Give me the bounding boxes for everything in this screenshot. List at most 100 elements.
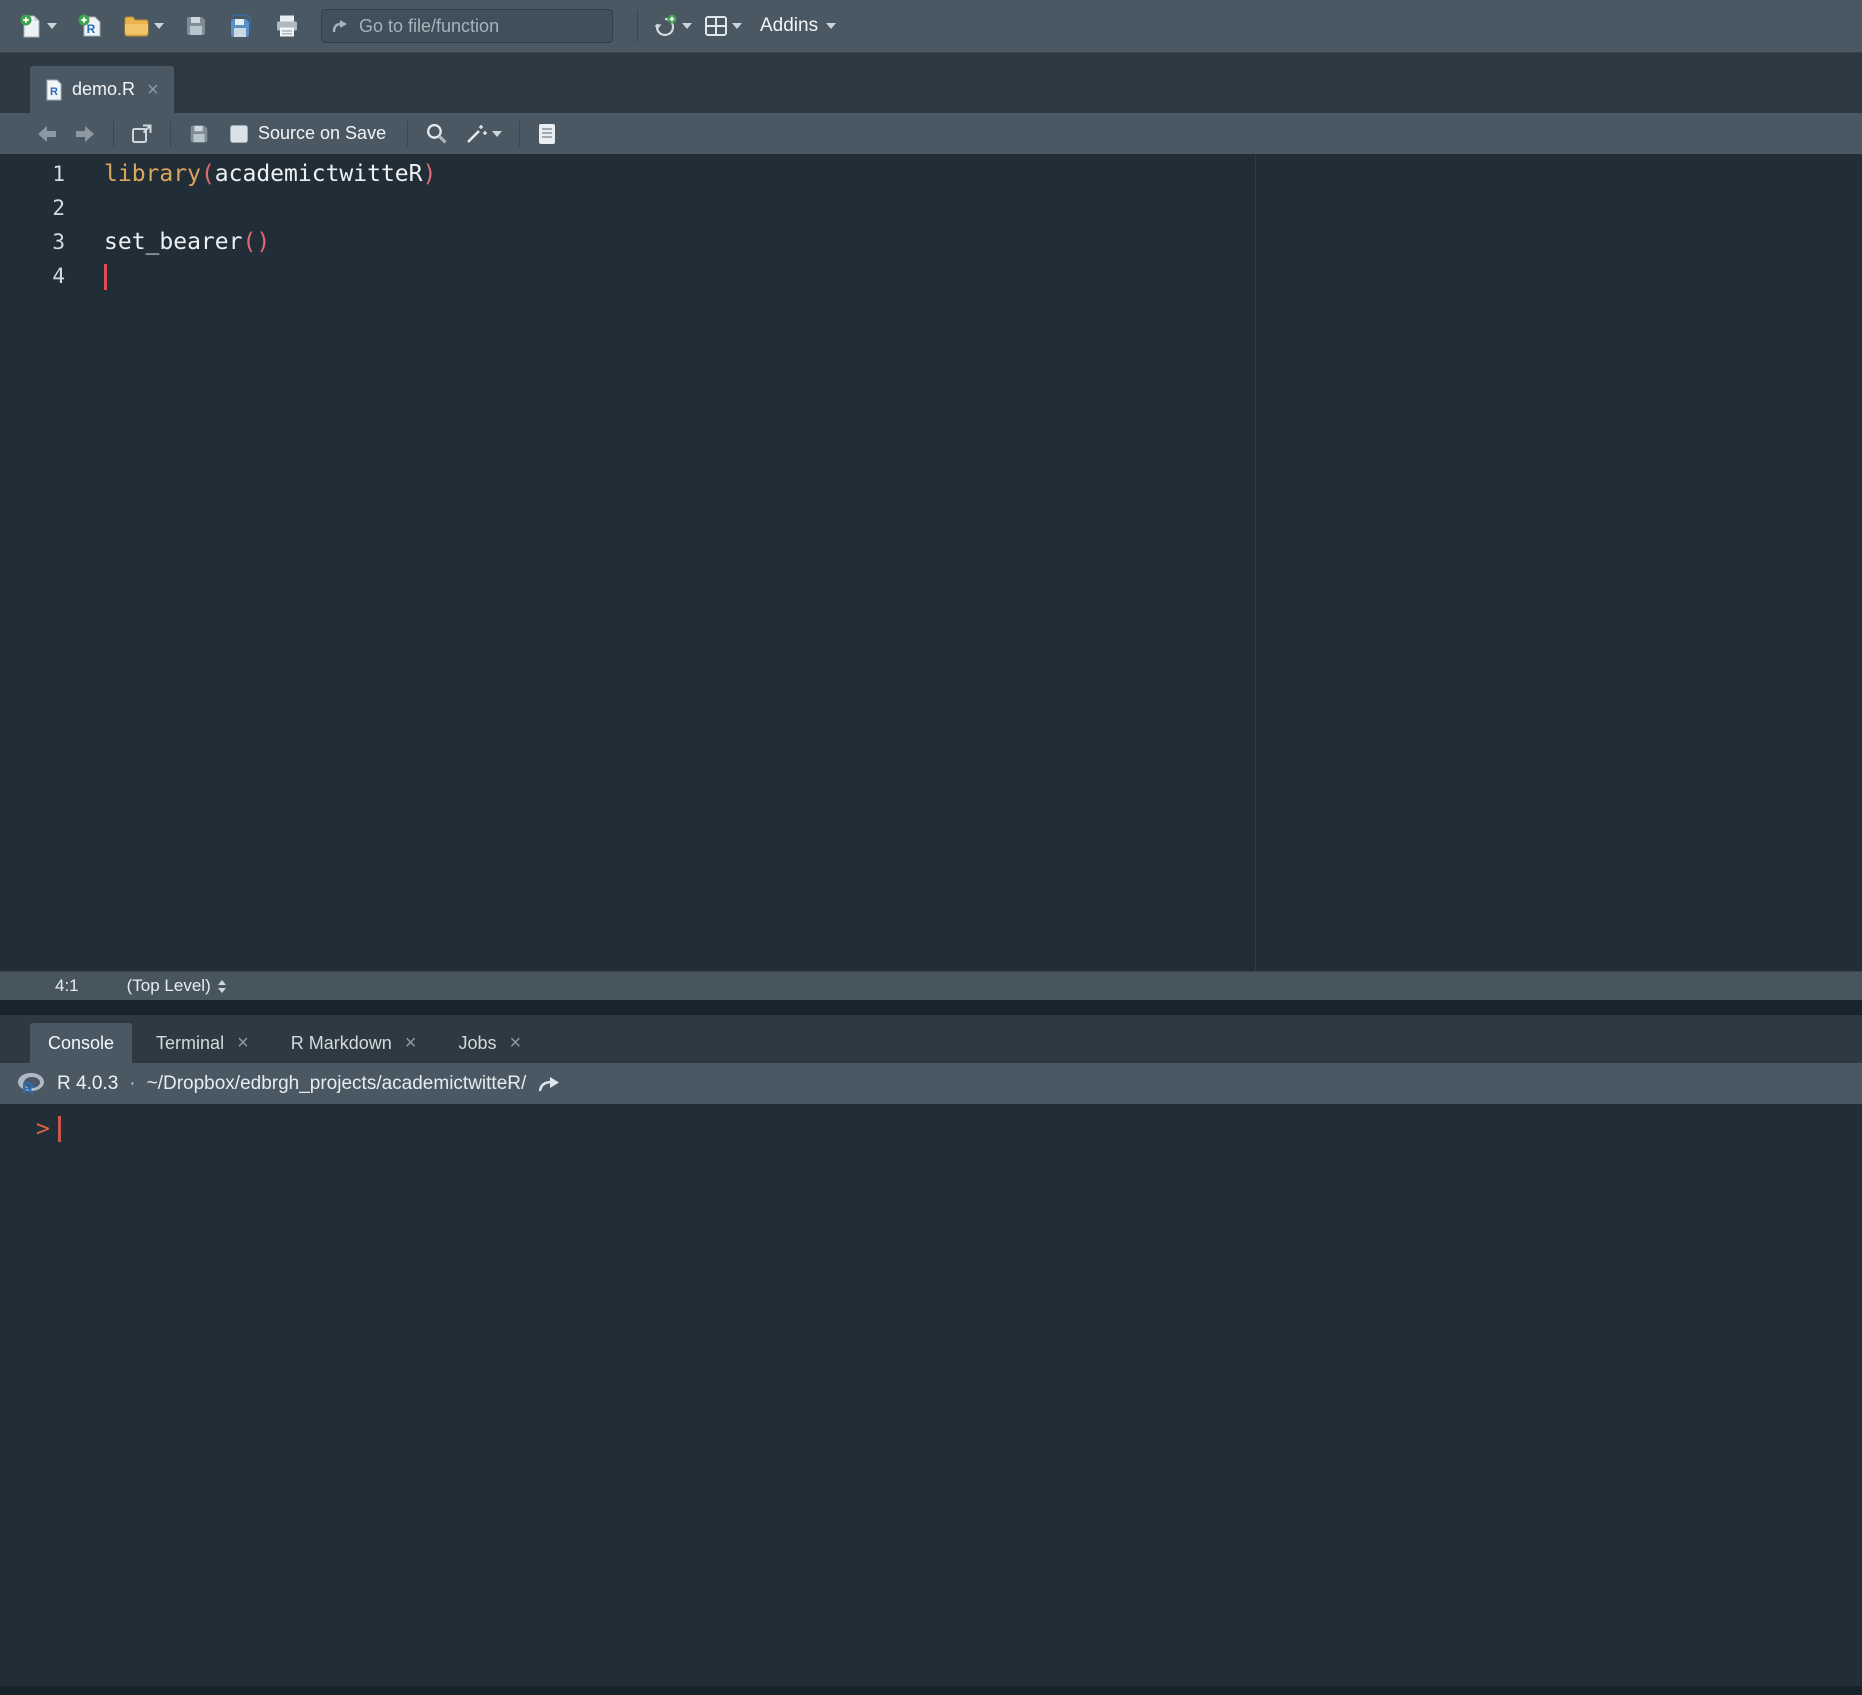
tab-label: Terminal xyxy=(156,1033,224,1054)
code-editor[interactable]: 1 2 3 4 library(academictwitteR) set_bea… xyxy=(0,154,1862,971)
scope-selector[interactable]: (Top Level) xyxy=(127,976,226,996)
line-number: 2 xyxy=(0,191,78,225)
r-file-icon: R xyxy=(45,79,63,101)
print-icon xyxy=(274,14,300,38)
source-on-save-control[interactable]: Source on Save xyxy=(230,123,386,144)
tab-terminal[interactable]: Terminal × xyxy=(138,1023,267,1063)
magic-wand-icon xyxy=(464,123,488,145)
scope-chevrons-icon xyxy=(218,980,226,993)
source-on-save-label: Source on Save xyxy=(258,123,386,144)
code-area[interactable]: library(academictwitteR) set_bearer() xyxy=(78,154,1862,971)
code-token: set_bearer xyxy=(104,229,242,255)
workspace-panes-button[interactable] xyxy=(699,12,747,40)
tab-demo-r[interactable]: R demo.R × xyxy=(30,66,174,113)
code-token: ) xyxy=(256,229,270,255)
svg-text:R: R xyxy=(22,1079,34,1097)
open-file-button[interactable] xyxy=(118,12,169,40)
save-all-button[interactable] xyxy=(223,11,259,41)
text-cursor xyxy=(104,264,107,290)
window-bottom-edge xyxy=(0,1686,1862,1695)
main-toolbar: R xyxy=(0,0,1862,53)
console-header: R R 4.0.3 · ~/Dropbox/edbrgh_projects/ac… xyxy=(0,1063,1862,1104)
console-pane: Console Terminal × R Markdown × Jobs × R… xyxy=(0,1015,1862,1695)
margin-guide-line xyxy=(1255,154,1256,971)
version-control-button[interactable] xyxy=(648,11,697,42)
back-arrow-icon xyxy=(36,124,58,144)
goto-file-box xyxy=(321,9,613,43)
new-file-button[interactable] xyxy=(14,10,62,42)
console-cursor xyxy=(58,1116,61,1142)
svg-text:R: R xyxy=(50,86,58,98)
save-source-button[interactable] xyxy=(182,121,216,147)
new-project-button[interactable]: R xyxy=(72,10,108,42)
scope-label: (Top Level) xyxy=(127,976,211,996)
line-number-gutter: 1 2 3 4 xyxy=(0,154,78,971)
version-control-icon xyxy=(653,14,678,39)
goto-file-input[interactable] xyxy=(359,16,603,37)
chevron-down-icon xyxy=(492,131,502,137)
tab-label: R Markdown xyxy=(291,1033,392,1054)
editor-status-bar: 4:1 (Top Level) xyxy=(0,971,1862,1000)
save-button[interactable] xyxy=(179,11,213,41)
save-icon xyxy=(188,123,210,145)
close-icon[interactable]: × xyxy=(405,1033,417,1053)
toolbar-divider xyxy=(407,121,408,147)
line-number: 4 xyxy=(0,259,78,293)
toolbar-divider xyxy=(113,121,114,147)
close-icon[interactable]: × xyxy=(510,1033,522,1053)
chevron-down-icon xyxy=(47,23,57,29)
back-button[interactable] xyxy=(30,122,64,146)
code-line: library(academictwitteR) xyxy=(104,157,1862,191)
line-number: 3 xyxy=(0,225,78,259)
source-tab-bar: R demo.R × xyxy=(0,53,1862,113)
tab-label: Jobs xyxy=(458,1033,496,1054)
addins-button[interactable]: Addins xyxy=(749,12,841,40)
new-project-icon: R xyxy=(77,13,103,39)
code-tools-button[interactable] xyxy=(458,121,508,147)
goto-arrow-icon xyxy=(331,17,351,35)
console-output[interactable]: > xyxy=(0,1104,1862,1695)
close-icon[interactable]: × xyxy=(237,1033,249,1053)
panes-grid-icon xyxy=(704,15,728,37)
open-new-window-button[interactable] xyxy=(125,121,159,146)
console-prompt-line: > xyxy=(36,1113,1862,1145)
code-line xyxy=(104,259,1862,293)
working-directory[interactable]: ~/Dropbox/edbrgh_projects/academictwitte… xyxy=(147,1073,527,1095)
compile-report-button[interactable] xyxy=(531,120,563,148)
print-button[interactable] xyxy=(269,11,305,41)
code-token: library xyxy=(104,161,201,187)
save-icon xyxy=(184,14,208,38)
separator-dot: · xyxy=(129,1073,135,1095)
close-icon[interactable]: × xyxy=(147,80,159,100)
editor-toolbar: Source on Save xyxy=(0,113,1862,154)
find-replace-button[interactable] xyxy=(419,120,454,147)
r-logo-icon: R xyxy=(16,1071,46,1097)
open-directory-arrow-icon[interactable] xyxy=(537,1075,561,1093)
pane-splitter[interactable] xyxy=(0,1000,1862,1015)
code-token: ) xyxy=(423,161,437,187)
forward-arrow-icon xyxy=(74,124,96,144)
chevron-down-icon xyxy=(682,23,692,29)
code-line: set_bearer() xyxy=(104,225,1862,259)
tab-r-markdown[interactable]: R Markdown × xyxy=(273,1023,435,1063)
forward-button[interactable] xyxy=(68,122,102,146)
code-line xyxy=(104,191,1862,225)
file-button-group: R xyxy=(14,10,305,42)
new-file-icon xyxy=(19,13,43,39)
addins-label: Addins xyxy=(760,15,818,37)
source-pane: R demo.R × xyxy=(0,53,1862,1000)
source-on-save-checkbox[interactable] xyxy=(230,125,248,143)
console-prompt: > xyxy=(36,1116,50,1142)
notebook-icon xyxy=(537,122,557,146)
tab-label: demo.R xyxy=(72,79,135,100)
tab-jobs[interactable]: Jobs × xyxy=(440,1023,539,1063)
toolbar-divider xyxy=(170,121,171,147)
toolbar-divider xyxy=(519,121,520,147)
tab-console[interactable]: Console xyxy=(30,1023,132,1063)
code-token: academictwitteR xyxy=(215,161,423,187)
chevron-down-icon xyxy=(826,23,836,29)
r-version: R 4.0.3 xyxy=(57,1073,118,1095)
line-number: 1 xyxy=(0,157,78,191)
save-all-icon xyxy=(228,14,254,38)
console-tab-bar: Console Terminal × R Markdown × Jobs × xyxy=(0,1015,1862,1063)
